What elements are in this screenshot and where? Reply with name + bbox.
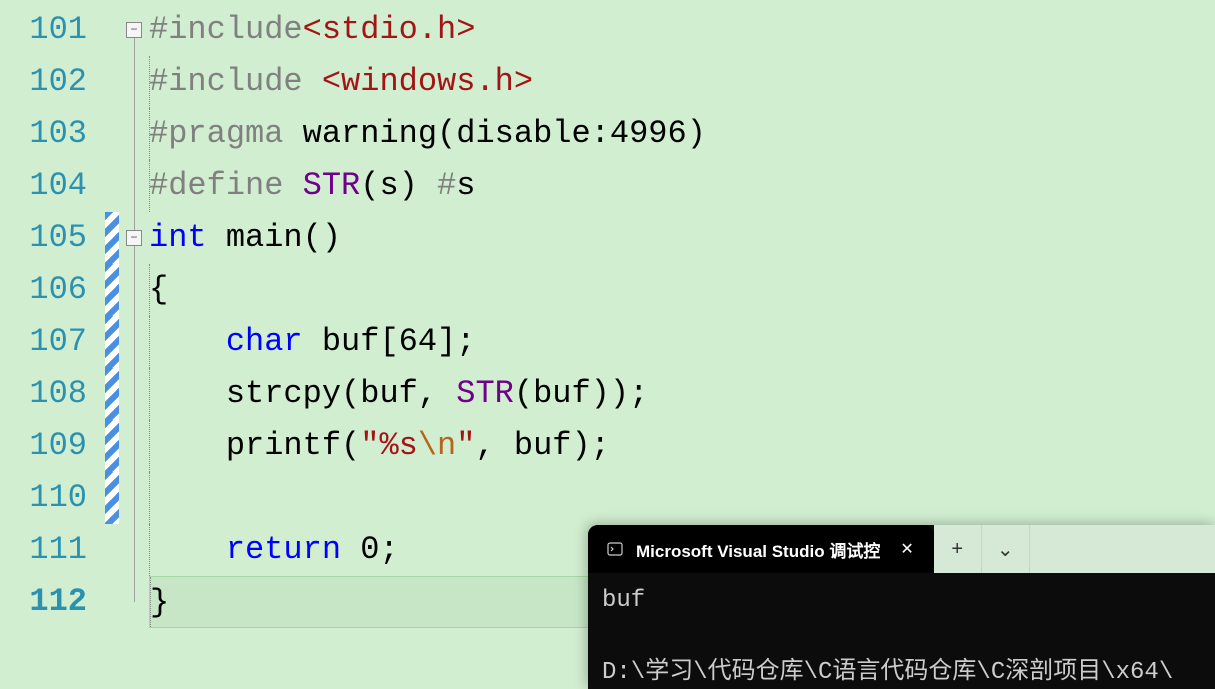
fold-cell xyxy=(119,264,149,316)
code-line[interactable]: #include<stdio.h> xyxy=(149,4,1215,56)
change-mark xyxy=(105,4,119,56)
terminal-titlebar: Microsoft Visual Studio 调试控 ✕ + ⌄ xyxy=(588,525,1215,573)
fold-cell xyxy=(119,576,149,628)
change-mark xyxy=(105,316,119,368)
fold-cell xyxy=(119,316,149,368)
fold-cell xyxy=(119,524,149,576)
code-line[interactable]: char buf[64]; xyxy=(149,316,1215,368)
fold-cell xyxy=(119,368,149,420)
code-line[interactable]: #include <windows.h> xyxy=(149,56,1215,108)
terminal-tab-title: Microsoft Visual Studio 调试控 xyxy=(636,537,880,562)
new-tab-button[interactable]: + xyxy=(934,525,982,573)
change-mark xyxy=(105,472,119,524)
line-number[interactable]: 105 xyxy=(0,212,105,264)
fold-cell xyxy=(119,420,149,472)
change-mark xyxy=(105,576,119,628)
output-line: D:\学习\代码仓库\C语言代码仓库\C深剖项目\x64\ xyxy=(602,659,1173,686)
line-number[interactable]: 106 xyxy=(0,264,105,316)
outline-fold-margin: − − xyxy=(119,0,149,689)
line-number[interactable]: 108 xyxy=(0,368,105,420)
terminal-output[interactable]: buf D:\学习\代码仓库\C语言代码仓库\C深剖项目\x64\ xyxy=(588,573,1215,689)
output-line: buf xyxy=(602,587,645,614)
line-number[interactable]: 101 xyxy=(0,4,105,56)
code-editor: 101 102 103 104 105 106 107 108 109 110 … xyxy=(0,0,1215,689)
change-mark xyxy=(105,56,119,108)
chevron-down-icon: ⌄ xyxy=(997,537,1014,562)
line-number[interactable]: 107 xyxy=(0,316,105,368)
line-number[interactable]: 103 xyxy=(0,108,105,160)
line-number[interactable]: 102 xyxy=(0,56,105,108)
fold-cell: − xyxy=(119,212,149,264)
close-icon[interactable]: ✕ xyxy=(892,535,921,563)
line-number[interactable]: 109 xyxy=(0,420,105,472)
code-line[interactable]: strcpy(buf, STR(buf)); xyxy=(149,368,1215,420)
fold-cell xyxy=(119,472,149,524)
terminal-tab[interactable]: Microsoft Visual Studio 调试控 ✕ xyxy=(588,525,934,573)
code-line[interactable]: #pragma warning(disable:4996) xyxy=(149,108,1215,160)
line-number[interactable]: 110 xyxy=(0,472,105,524)
code-line[interactable]: int main() xyxy=(149,212,1215,264)
line-number[interactable]: 112 xyxy=(0,576,105,628)
line-number-gutter: 101 102 103 104 105 106 107 108 109 110 … xyxy=(0,0,105,689)
fold-cell xyxy=(119,56,149,108)
change-mark xyxy=(105,368,119,420)
change-mark xyxy=(105,212,119,264)
fold-cell xyxy=(119,160,149,212)
code-line[interactable] xyxy=(149,472,1215,524)
line-number[interactable]: 111 xyxy=(0,524,105,576)
change-mark xyxy=(105,108,119,160)
change-indicator-margin xyxy=(105,0,119,689)
debug-console-window: Microsoft Visual Studio 调试控 ✕ + ⌄ buf D:… xyxy=(588,525,1215,689)
change-mark xyxy=(105,524,119,576)
line-number[interactable]: 104 xyxy=(0,160,105,212)
fold-cell: − xyxy=(119,4,149,56)
change-mark xyxy=(105,420,119,472)
terminal-icon xyxy=(606,540,624,558)
code-line[interactable]: { xyxy=(149,264,1215,316)
fold-toggle-icon[interactable]: − xyxy=(126,230,142,246)
tab-dropdown-button[interactable]: ⌄ xyxy=(982,525,1030,573)
change-mark xyxy=(105,160,119,212)
code-line[interactable]: #define STR(s) #s xyxy=(149,160,1215,212)
fold-cell xyxy=(119,108,149,160)
code-line[interactable]: printf("%s\n", buf); xyxy=(149,420,1215,472)
fold-toggle-icon[interactable]: − xyxy=(126,22,142,38)
change-mark xyxy=(105,264,119,316)
terminal-tab-actions: + ⌄ xyxy=(934,525,1215,573)
